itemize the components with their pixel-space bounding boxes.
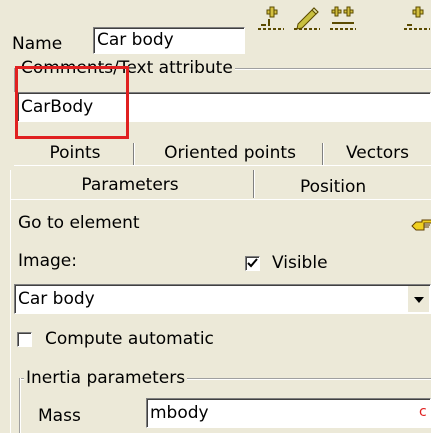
name-field[interactable]: Car body: [93, 27, 245, 54]
highlight-box: [15, 66, 129, 139]
inertia-group-label: Inertia parameters: [24, 367, 188, 389]
tab-panel-top-edge: [254, 199, 431, 200]
add-element-icon[interactable]: [256, 4, 286, 34]
image-select-value: Car body: [18, 289, 95, 309]
mass-flag[interactable]: c: [419, 403, 431, 421]
name-label: Name: [12, 34, 63, 54]
inertia-group-left-edge: [19, 378, 21, 433]
visible-label: Visible: [272, 253, 328, 273]
mass-value: mbody: [150, 403, 209, 423]
tab-oriented-points[interactable]: Oriented points: [140, 141, 320, 165]
visible-checkbox[interactable]: [245, 256, 260, 271]
compute-automatic-label: Compute automatic: [45, 329, 214, 349]
tab-position[interactable]: Position: [262, 174, 431, 200]
check-mark-icon: [247, 258, 258, 268]
multi-add-icon[interactable]: [328, 4, 358, 34]
active-tab-edge: [10, 199, 254, 200]
tab-panel-left-edge: [10, 170, 11, 433]
tab-separator: [133, 143, 134, 165]
mass-label: Mass: [38, 406, 81, 426]
tab-vectors[interactable]: Vectors: [330, 141, 431, 165]
chevron-down-icon: [414, 297, 424, 303]
image-select[interactable]: Car body: [14, 284, 431, 314]
tab-points[interactable]: Points: [20, 141, 130, 165]
tab-row-divider: [14, 165, 431, 166]
mass-field[interactable]: mbody: [146, 398, 431, 428]
pointing-hand-icon[interactable]: [410, 217, 431, 235]
tab-separator: [322, 143, 323, 165]
tab-separator: [253, 170, 254, 198]
go-to-element-label[interactable]: Go to element: [18, 212, 140, 234]
add-more-icon[interactable]: [402, 4, 431, 34]
tab-parameters[interactable]: Parameters: [30, 172, 230, 198]
compute-automatic-checkbox[interactable]: [17, 332, 32, 347]
image-label: Image:: [18, 251, 77, 271]
image-select-dropdown-button[interactable]: [407, 286, 429, 312]
edit-element-icon[interactable]: [292, 4, 322, 34]
